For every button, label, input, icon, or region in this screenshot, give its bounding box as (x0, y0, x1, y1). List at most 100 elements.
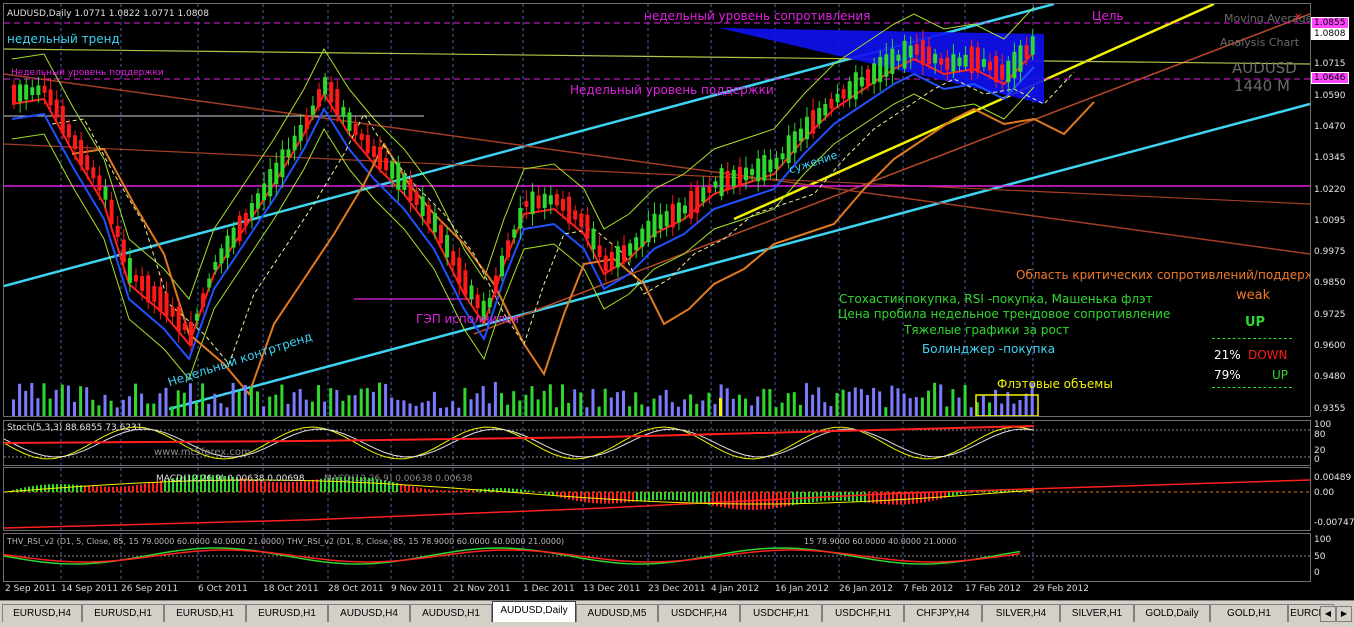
volume-bar (482, 386, 485, 416)
watermark: www.mt5forex.com (154, 447, 251, 458)
candle-body (311, 106, 315, 115)
macd-histogram-bar (924, 492, 926, 502)
volume-bar (232, 383, 235, 416)
macd-histogram-bar (908, 492, 910, 504)
volume-bar (91, 400, 94, 416)
macd-histogram-bar (664, 492, 666, 500)
volume-bar (890, 386, 893, 416)
chart-tab[interactable]: AUDUSD,H4 (328, 604, 410, 622)
candle-body (183, 323, 187, 330)
candle-body (543, 194, 547, 208)
candle-body (1019, 45, 1023, 71)
candle-body (890, 49, 894, 74)
price-chart[interactable] (4, 4, 1310, 416)
gap-label: ГЭП исполнился (416, 312, 519, 326)
volume-bar (165, 388, 168, 416)
volume-bar (665, 390, 668, 416)
volume-bar (768, 389, 771, 416)
date-tick-label: 1 Dec 2011 (523, 584, 575, 594)
volume-bar (287, 404, 290, 416)
chart-tab[interactable]: EURUSD,H4 (2, 604, 82, 622)
volume-bar (427, 401, 430, 416)
stochastic-pane[interactable]: Stoch(5,3,3) 88.6855 73.6231 www.mt5fore… (3, 420, 1311, 466)
candle-body (848, 81, 852, 98)
macd-histogram-bar (452, 491, 454, 492)
volume-bar (335, 390, 338, 416)
volume-bar (982, 396, 985, 416)
volume-bar (122, 400, 125, 416)
volume-bar (110, 401, 113, 416)
chart-tab[interactable]: GOLD,Daily (1134, 604, 1210, 622)
macd-histogram-bar (24, 487, 26, 492)
macd-histogram-bar (680, 492, 682, 501)
rsi-pane[interactable]: THV_RSI_v2 (D1, 5, Close, 85, 15 79.0000… (3, 533, 1311, 582)
macd-histogram-bar (668, 492, 670, 500)
chart-tab[interactable]: EURUSD,H1 (164, 604, 246, 622)
candle-body (933, 54, 937, 64)
candle-body (1000, 65, 1004, 80)
volume-bar (140, 394, 143, 416)
chart-tab[interactable]: SILVER,H4 (982, 604, 1060, 622)
macd-histogram-bar (116, 487, 118, 492)
chart-tab[interactable]: GOLD,H1 (1210, 604, 1288, 622)
brown-line-2 (4, 144, 1310, 204)
macd-histogram-bar (432, 490, 434, 492)
macd-histogram-bar (308, 480, 310, 492)
volume-bar (323, 402, 326, 416)
volume-bar (970, 407, 973, 416)
candle-body (439, 225, 443, 243)
macd-histogram-bar (564, 492, 566, 499)
volume-bar (1012, 404, 1015, 416)
volume-bar (775, 407, 778, 416)
rsi-axis-100: 100 (1314, 535, 1331, 545)
volume-bar (762, 389, 765, 416)
chart-tab[interactable]: EURUSD,H1 (246, 604, 328, 622)
volume-bar (348, 395, 351, 416)
main-chart-pane[interactable]: AUDUSD,Daily 1.0771 1.0822 1.0771 1.0808… (3, 3, 1311, 417)
chart-tab[interactable]: USDCHF,H1 (740, 604, 822, 622)
chart-tab[interactable]: USDCHF,H1 (822, 604, 904, 622)
volume-bar (951, 389, 954, 416)
chart-tab[interactable]: AUDUSD,M5 (576, 604, 658, 622)
macd-pane[interactable]: MACD(12,26,9) 0.00638 0.00698 MACD(12,26… (3, 467, 1311, 531)
candle-body (592, 229, 596, 250)
candle-body (110, 200, 114, 224)
chart-tab[interactable]: AUDUSD,H1 (410, 604, 492, 622)
candle-body (805, 117, 809, 139)
signals-line-1: Стохастикпокупка, RSI -покупка, Машенька… (839, 292, 1153, 306)
volume-bar (433, 392, 436, 416)
volume-bar (293, 392, 296, 416)
candle-body (512, 229, 516, 237)
candle-body (476, 295, 480, 309)
chart-tab[interactable]: AUDUSD,Daily (492, 601, 576, 622)
macd-histogram-bar (28, 487, 30, 492)
volume-bar (634, 392, 637, 416)
macd-histogram-bar (440, 490, 442, 492)
macd-histogram-bar (76, 485, 78, 492)
tab-scroll-right-button[interactable]: ▶ (1336, 606, 1352, 622)
candle-body (299, 125, 303, 141)
volume-bar (207, 404, 210, 416)
volume-bar (738, 395, 741, 416)
close-chart-icon[interactable]: ✕ (1294, 12, 1302, 23)
candle-body (1025, 45, 1029, 59)
candle-body (262, 183, 266, 200)
chart-tab[interactable]: SILVER,H1 (1060, 604, 1134, 622)
chart-tab[interactable]: USDCHF,H4 (658, 604, 740, 622)
symbol-header: AUDUSD,Daily 1.0771 1.0822 1.0771 1.0808 (7, 9, 209, 19)
volume-bar (354, 395, 357, 416)
macd-histogram-bar (600, 492, 602, 504)
chart-tab[interactable]: EURUSD,H1 (82, 604, 164, 622)
macd-histogram-bar (448, 491, 450, 492)
price-tick-label: 1.0470 (1314, 122, 1346, 132)
macd-histogram-bar (544, 492, 546, 494)
tab-scroll-left-button[interactable]: ◀ (1320, 606, 1336, 622)
volume-bar (524, 395, 527, 416)
candle-body (165, 293, 169, 316)
volume-bar (152, 403, 155, 416)
chart-tab[interactable]: CHFJPY,H4 (904, 604, 982, 622)
volume-bar (262, 406, 265, 416)
date-tick-label: 13 Dec 2011 (583, 584, 641, 594)
candle-body (1012, 52, 1016, 78)
chart-tab-bar: EURUSD,H4EURUSD,H1EURUSD,H1EURUSD,H1AUDU… (0, 600, 1354, 627)
